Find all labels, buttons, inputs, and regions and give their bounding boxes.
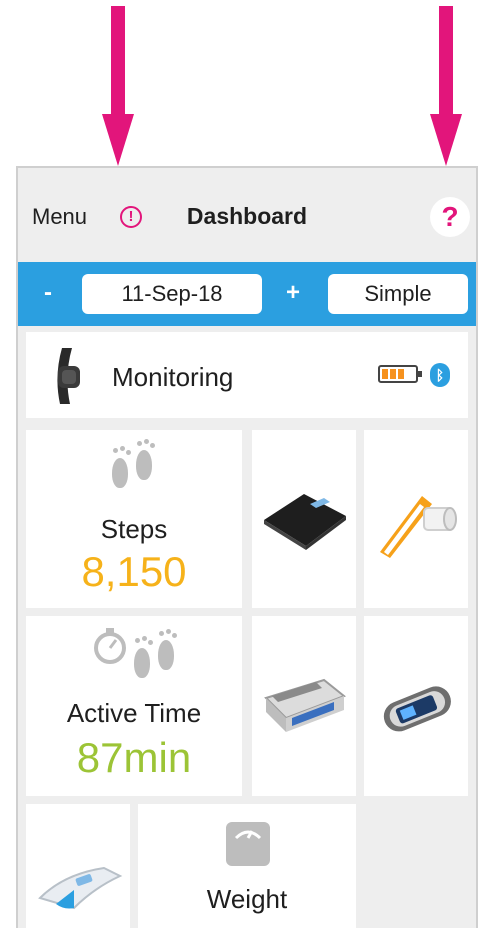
annotation-arrow-help [430,6,462,166]
fitness-band-icon [57,348,80,404]
thermometer-tile[interactable] [26,804,130,928]
view-mode-select[interactable]: Simple [328,274,468,314]
spirometer-tile[interactable] [364,430,468,608]
pulse-oximeter-icon [383,686,451,732]
annotation-arrow-menu [102,6,134,166]
active-time-tile[interactable]: Active Time 87min [26,616,242,796]
previous-date-button[interactable]: - [44,279,52,307]
battery-icon [378,365,422,383]
weight-scale-icon [226,822,270,866]
active-time-label: Active Time [66,698,202,728]
bluetooth-icon: ᛒ [430,363,450,387]
blood-pressure-tile[interactable] [252,616,356,796]
blood-pressure-monitor-icon [264,678,346,732]
thermometer-icon [38,866,123,910]
app-screen: Menu ! Dashboard ? - 11-Sep-18 + Simple … [16,166,478,928]
active-time-value: 87min [76,734,192,781]
steps-value: 8,150 [81,548,187,595]
next-date-button[interactable]: + [286,279,300,307]
date-field[interactable]: 11-Sep-18 [82,274,262,314]
monitoring-label: Monitoring [112,362,234,392]
body-scale-tile[interactable] [252,430,356,608]
weight-tile[interactable]: Weight [138,804,356,928]
body-scale-icon [264,494,346,550]
pulse-oximeter-tile[interactable] [364,616,468,796]
page-title: Dashboard [186,203,308,229]
spirometer-icon [380,496,457,558]
help-button[interactable]: ? [430,197,470,237]
monitoring-row[interactable]: Monitoring ᛒ [26,332,468,418]
stopwatch-icon [94,628,126,664]
steps-tile[interactable]: Steps 8,150 [26,430,242,608]
footprints-icon [110,439,160,500]
footprints-icon [132,629,182,690]
steps-label: Steps [100,514,168,544]
date-bar: - 11-Sep-18 + Simple [18,262,476,326]
top-bar: Menu ! Dashboard ? [18,168,476,262]
weight-label: Weight [206,884,288,914]
